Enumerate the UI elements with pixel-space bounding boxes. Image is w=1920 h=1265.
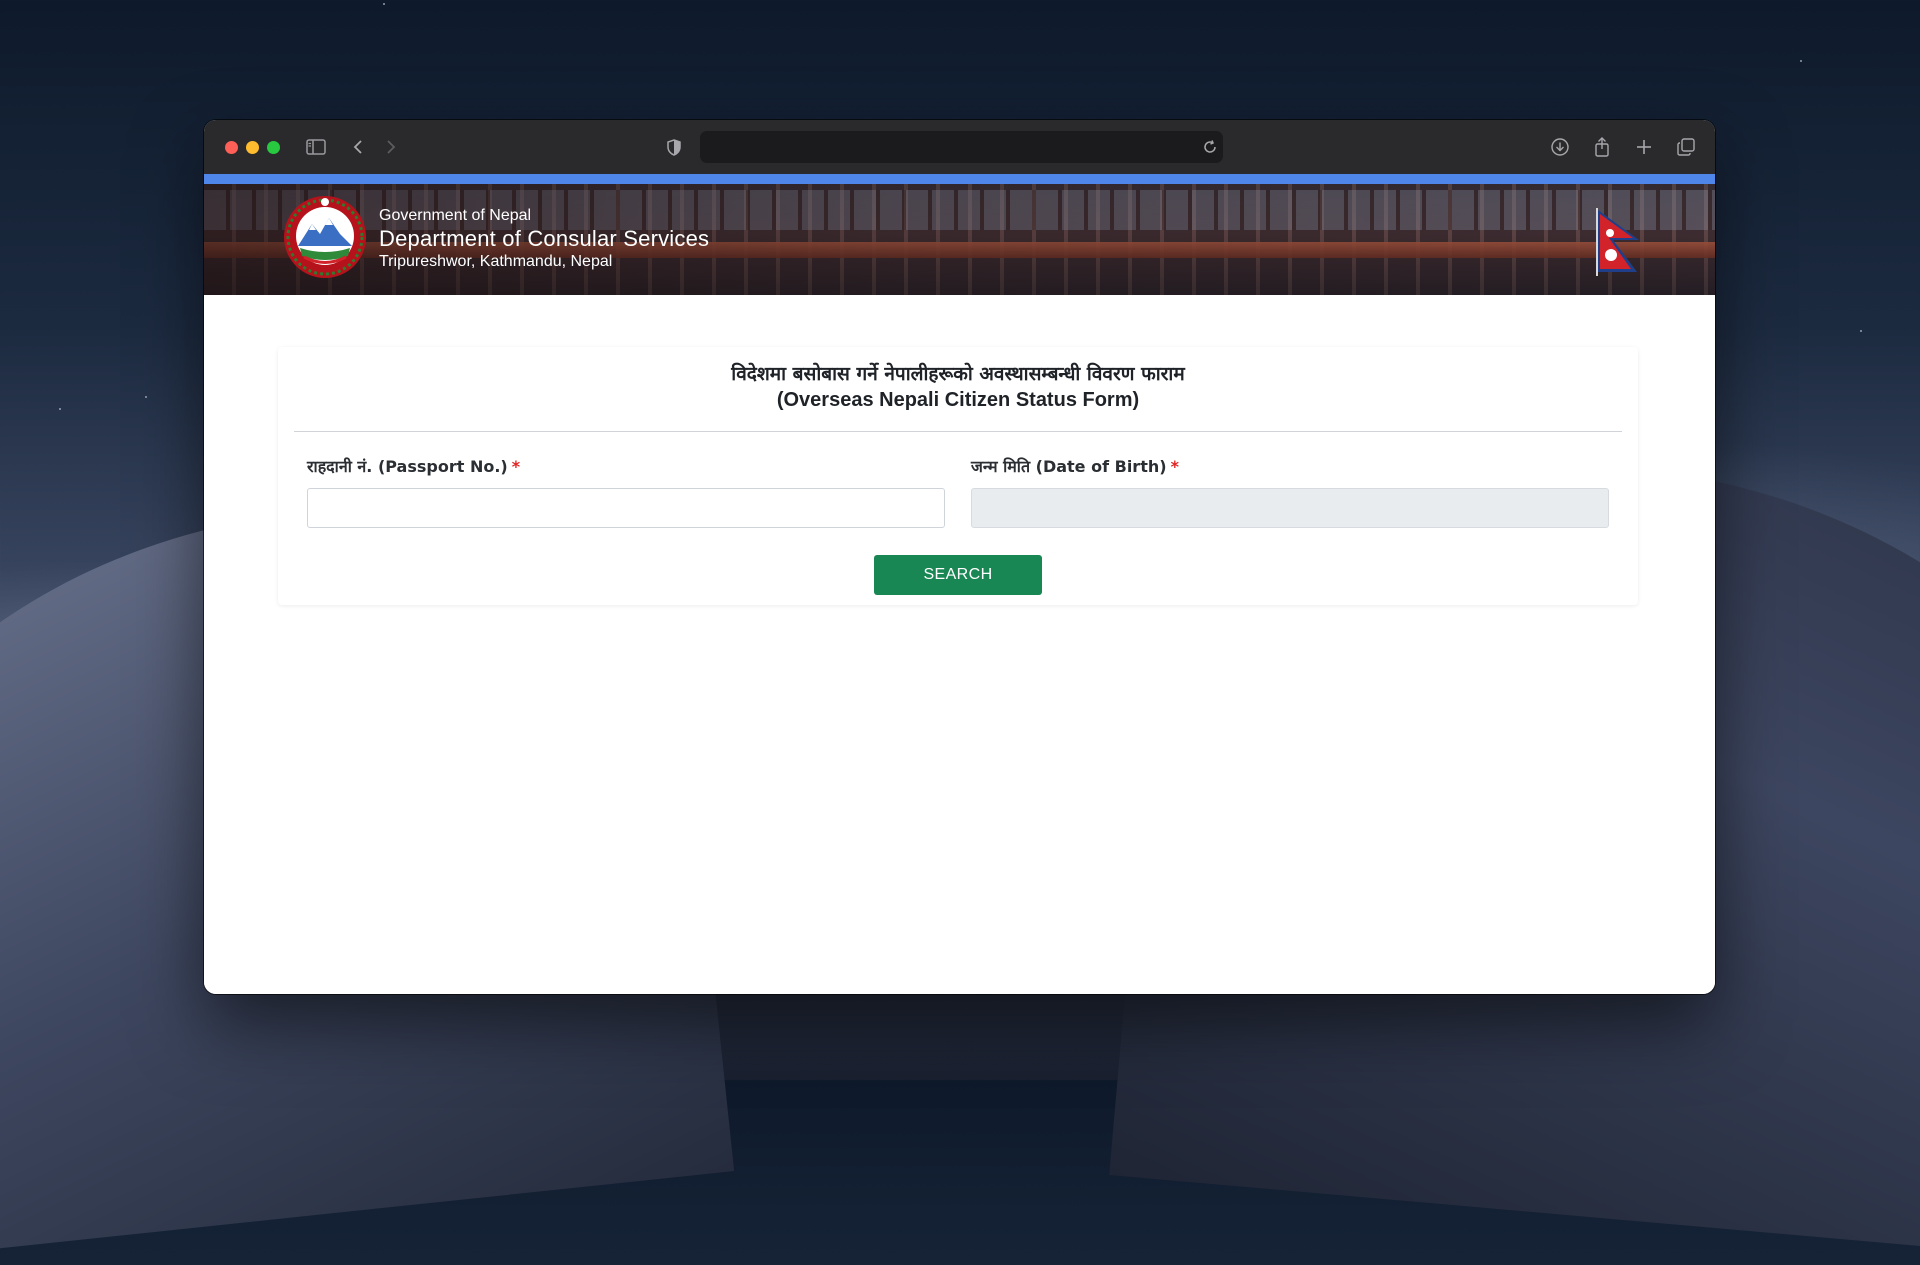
required-marker: * xyxy=(511,457,521,476)
date-of-birth-input[interactable] xyxy=(971,488,1609,528)
passport-label: राहदानी नं. (Passport No.) * xyxy=(307,455,945,477)
tab-overview-icon[interactable] xyxy=(1674,134,1698,160)
star xyxy=(145,396,147,398)
status-form-card: विदेशमा बसोबास गर्ने नेपालीहरूको अवस्थास… xyxy=(278,347,1638,605)
passport-field: राहदानी नं. (Passport No.) * xyxy=(307,455,945,528)
department-name: Department of Consular Services xyxy=(379,226,710,251)
passport-label-text: राहदानी नं. (Passport No.) xyxy=(307,457,508,476)
form-title-nepali: विदेशमा बसोबास गर्ने नेपालीहरूको अवस्थास… xyxy=(731,363,1185,385)
dob-field: जन्म मिति (Date of Birth) * xyxy=(971,455,1609,528)
forward-icon[interactable] xyxy=(381,134,401,160)
minimize-window-button[interactable] xyxy=(246,141,259,154)
browser-toolbar xyxy=(204,120,1715,175)
close-window-button[interactable] xyxy=(225,141,238,154)
required-marker: * xyxy=(1170,457,1179,476)
government-name: Government of Nepal xyxy=(379,207,532,224)
address-bar[interactable] xyxy=(700,131,1223,163)
site-header-banner: Government of Nepal Department of Consul… xyxy=(204,184,1715,295)
passport-number-input[interactable] xyxy=(307,488,945,528)
nepal-emblem-logo[interactable] xyxy=(282,194,368,280)
star xyxy=(383,3,385,5)
share-icon[interactable] xyxy=(1590,134,1614,160)
sidebar-icon[interactable] xyxy=(303,134,329,160)
header-text-block: Government of Nepal Department of Consul… xyxy=(379,206,709,272)
star xyxy=(1800,60,1802,62)
back-icon[interactable] xyxy=(348,134,368,160)
accent-bar xyxy=(204,174,1715,184)
download-icon[interactable] xyxy=(1548,134,1572,160)
new-tab-icon[interactable] xyxy=(1632,134,1656,160)
maximize-window-button[interactable] xyxy=(267,141,280,154)
form-title-english: (Overseas Nepali Citizen Status Form) xyxy=(776,389,1140,411)
privacy-shield-icon[interactable] xyxy=(664,134,684,160)
department-address: Tripureshwor, Kathmandu, Nepal xyxy=(379,253,613,270)
page-content: विदेशमा बसोबास गर्ने नेपालीहरूको अवस्थास… xyxy=(204,295,1715,994)
star xyxy=(59,408,61,410)
browser-window: Government of Nepal Department of Consul… xyxy=(204,120,1715,994)
reload-icon[interactable] xyxy=(1201,134,1219,160)
form-title: विदेशमा बसोबास गर्ने नेपालीहरूको अवस्थास… xyxy=(278,361,1638,413)
star xyxy=(1860,330,1862,332)
title-divider xyxy=(294,431,1622,432)
dob-label-text: जन्म मिति (Date of Birth) xyxy=(971,457,1167,476)
dob-label: जन्म मिति (Date of Birth) * xyxy=(971,455,1609,477)
nepal-flag-icon xyxy=(1596,208,1639,276)
search-button[interactable]: SEARCH xyxy=(874,555,1042,595)
